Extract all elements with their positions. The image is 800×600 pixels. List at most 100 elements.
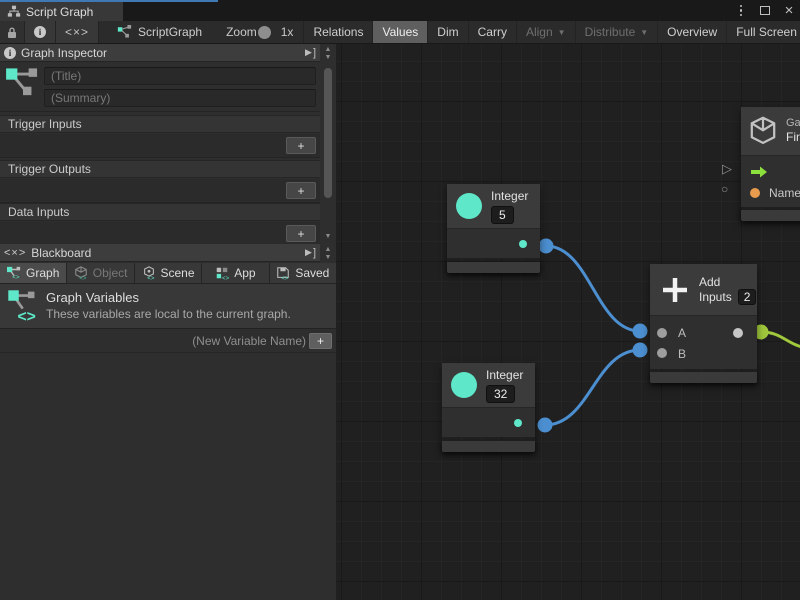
svg-text:<>: <> bbox=[282, 275, 290, 280]
graph-toolbar: i <×> ScriptGraph Zoom 1x Relations Valu… bbox=[0, 21, 800, 44]
blackboard-tabs: <> Graph <> Object bbox=[0, 263, 336, 284]
graph-canvas[interactable]: Integer 5 Integer 32 bbox=[336, 44, 800, 600]
trigger-input-port-icon[interactable]: ▷ bbox=[722, 161, 732, 177]
toolbar-button-align[interactable]: Align▼ bbox=[517, 21, 576, 43]
graph-icon bbox=[117, 25, 132, 39]
toolbar-button-fullscreen[interactable]: Full Screen bbox=[727, 21, 800, 43]
trigger-outputs-list: + bbox=[0, 179, 320, 203]
svg-text:<>: <> bbox=[222, 275, 229, 280]
toolbar-button-distribute[interactable]: Distribute▼ bbox=[576, 21, 659, 43]
tab-script-graph[interactable]: Script Graph bbox=[0, 2, 123, 21]
add-node[interactable]: Add Inputs 2 A B bbox=[650, 264, 757, 383]
output-port[interactable] bbox=[514, 419, 522, 427]
graph-variables-icon: <> bbox=[8, 289, 40, 323]
graph-variables-info: <> Graph Variables These variables are l… bbox=[0, 284, 336, 329]
scroll-down-icon[interactable]: ▼ bbox=[320, 233, 336, 240]
toolbar-button-carry[interactable]: Carry bbox=[469, 21, 517, 43]
svg-text:<>: <> bbox=[17, 309, 35, 323]
maximize-icon[interactable] bbox=[758, 4, 772, 18]
variable-icon: <×> bbox=[4, 247, 26, 259]
close-icon[interactable]: × bbox=[782, 4, 796, 18]
integer-type-icon bbox=[451, 372, 477, 398]
tab-graph[interactable]: <> Graph bbox=[0, 263, 67, 283]
wire-int5-to-add-a[interactable] bbox=[546, 246, 640, 331]
wire-int32-to-add-b[interactable] bbox=[545, 350, 640, 425]
node-title: Integer bbox=[491, 189, 528, 203]
toolbar-button-relations[interactable]: Relations bbox=[304, 21, 373, 43]
new-variable-name-input[interactable] bbox=[4, 332, 306, 350]
summary-field[interactable] bbox=[44, 89, 316, 107]
window-controls: × bbox=[734, 0, 796, 21]
scroll-up-icon[interactable]: ▲ bbox=[320, 246, 336, 254]
port-label-name: Name bbox=[769, 186, 800, 200]
wire-endpoint[interactable] bbox=[633, 343, 648, 358]
scroll-down-icon[interactable]: ▼ bbox=[320, 54, 336, 62]
input-port-b[interactable] bbox=[657, 348, 667, 358]
node-footer bbox=[442, 441, 535, 452]
graph-icon bbox=[6, 67, 40, 105]
zoom-slider-handle[interactable] bbox=[258, 26, 271, 39]
data-input-port-icon[interactable]: ○ bbox=[721, 182, 728, 196]
chevron-down-icon: ▼ bbox=[640, 28, 648, 37]
code-icon: <×> bbox=[65, 25, 89, 39]
output-port[interactable] bbox=[733, 328, 743, 338]
node-footer bbox=[447, 262, 540, 273]
node-footer bbox=[741, 210, 800, 221]
inspect-toggle-button[interactable]: i bbox=[25, 21, 56, 43]
wire-endpoint[interactable] bbox=[633, 324, 648, 339]
inputs-label: Inputs bbox=[699, 290, 732, 304]
port-label-b: B bbox=[678, 347, 686, 361]
dock-icon[interactable]: ▶] bbox=[305, 47, 316, 59]
input-port-a[interactable] bbox=[657, 328, 667, 338]
toolbar-button-overview[interactable]: Overview bbox=[658, 21, 727, 43]
script-graph-window: Script Graph × i <×> bbox=[0, 0, 800, 600]
new-variable-row: + bbox=[0, 330, 336, 353]
svg-text:<>: <> bbox=[79, 275, 87, 280]
scroll-down-icon[interactable]: ▼ bbox=[320, 254, 336, 262]
find-node[interactable]: Game Object Find Name bbox=[741, 107, 800, 221]
integer-value-field[interactable]: 5 bbox=[491, 206, 514, 224]
wire-endpoint[interactable] bbox=[538, 418, 553, 433]
window-menu-icon[interactable] bbox=[734, 4, 748, 18]
output-port[interactable] bbox=[519, 240, 527, 248]
integer-node-bottom[interactable]: Integer 32 bbox=[442, 363, 535, 452]
trigger-arrow-icon[interactable] bbox=[750, 166, 768, 178]
tab-scene[interactable]: <> Scene bbox=[135, 263, 202, 283]
node-title: Find bbox=[786, 130, 800, 145]
toolbar-button-values[interactable]: Values bbox=[373, 21, 428, 43]
node-subtitle: Game Object bbox=[786, 117, 800, 131]
plus-icon bbox=[660, 275, 690, 305]
add-trigger-output-button[interactable]: + bbox=[286, 182, 316, 199]
graph-inspector-header: i Graph Inspector ▶] bbox=[0, 44, 320, 62]
blackboard-header: <×> Blackboard ▶] bbox=[0, 244, 320, 262]
integer-value-field[interactable]: 32 bbox=[486, 385, 515, 403]
tab-object[interactable]: <> Object bbox=[67, 263, 134, 283]
graph-breadcrumb[interactable]: ScriptGraph bbox=[111, 21, 208, 43]
tab-app[interactable]: <> App bbox=[202, 263, 269, 283]
graph-variables-description: These variables are local to the current… bbox=[46, 307, 291, 321]
code-view-button[interactable]: <×> bbox=[56, 21, 99, 43]
add-data-input-button[interactable]: + bbox=[286, 225, 316, 242]
toolbar-button-dim[interactable]: Dim bbox=[428, 21, 468, 43]
tab-saved[interactable]: <> Saved bbox=[270, 263, 336, 283]
add-variable-button[interactable]: + bbox=[309, 333, 332, 349]
name-input-port[interactable] bbox=[750, 188, 760, 198]
data-inputs-list: + bbox=[0, 222, 320, 246]
integer-node-top[interactable]: Integer 5 bbox=[447, 184, 540, 273]
section-trigger-inputs: Trigger Inputs bbox=[0, 115, 320, 133]
svg-text:<>: <> bbox=[147, 275, 155, 280]
title-field[interactable] bbox=[44, 67, 316, 85]
cube-icon bbox=[749, 116, 777, 146]
app-grid-icon: <> bbox=[215, 266, 229, 280]
wire-endpoint[interactable] bbox=[539, 239, 554, 254]
zoom-value: 1x bbox=[275, 21, 305, 43]
scrollbar-thumb[interactable] bbox=[324, 68, 332, 198]
info-icon: i bbox=[34, 26, 46, 38]
add-trigger-input-button[interactable]: + bbox=[286, 137, 316, 154]
scroll-up-icon[interactable]: ▲ bbox=[320, 46, 336, 54]
lock-button[interactable] bbox=[0, 21, 25, 43]
floppy-icon: <> bbox=[276, 266, 290, 280]
inputs-count-field[interactable]: 2 bbox=[738, 289, 757, 305]
node-title: Integer bbox=[486, 368, 523, 382]
dock-icon[interactable]: ▶] bbox=[305, 247, 316, 259]
